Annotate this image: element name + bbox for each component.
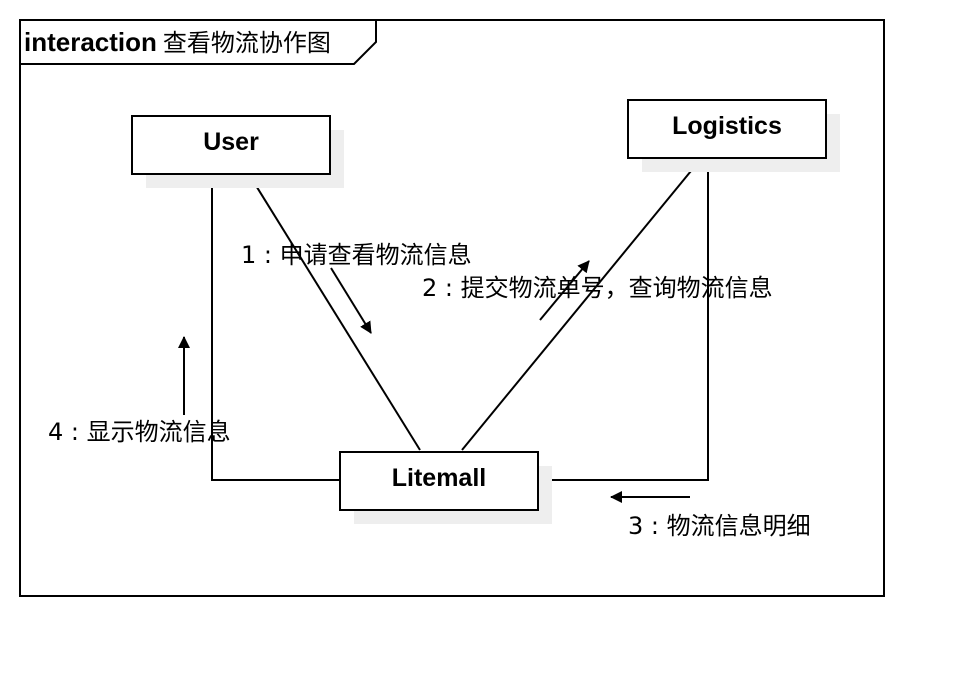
frame-title-keyword: interaction <box>24 27 157 57</box>
object-logistics-label: Logistics <box>672 112 782 140</box>
message-3-label: 3 : 物流信息明细 <box>628 512 811 540</box>
object-user-label: User <box>203 128 259 156</box>
frame-title-name: 查看物流协作图 <box>163 29 331 57</box>
message-4-label: 4 : 显示物流信息 <box>48 418 231 446</box>
collaboration-diagram: interaction 查看物流协作图 User Logistics Litema… <box>19 19 885 597</box>
object-litemall[interactable]: Litemall <box>339 451 552 524</box>
object-logistics[interactable]: Logistics <box>627 99 840 172</box>
object-user[interactable]: User <box>131 115 344 188</box>
frame-title: interaction 查看物流协作图 <box>24 27 331 57</box>
object-litemall-label: Litemall <box>392 464 486 492</box>
message-1-label: 1 : 申请查看物流信息 <box>241 241 472 269</box>
message-2-label: 2 : 提交物流单号，查询物流信息 <box>422 274 773 302</box>
